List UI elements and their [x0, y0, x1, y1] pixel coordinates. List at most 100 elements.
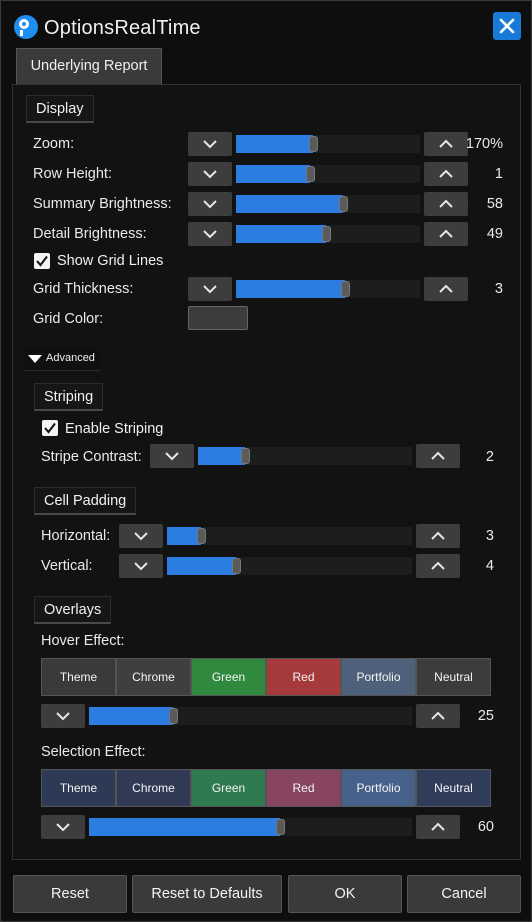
hover-swatch-red[interactable]: Red — [266, 658, 341, 696]
selection-effect-label: Selection Effect: — [41, 744, 146, 760]
slider-thumb[interactable] — [322, 226, 331, 242]
grid-thickness-label: Grid Thickness: — [33, 281, 134, 297]
hover-swatch-portfolio[interactable]: Portfolio — [341, 658, 416, 696]
slider-fill — [236, 135, 313, 153]
triangle-down-icon — [28, 355, 42, 363]
options-window: OptionsRealTime Underlying Report Displa… — [0, 0, 532, 922]
striping-group-label: Striping — [34, 383, 104, 411]
ok-button[interactable]: OK — [288, 875, 402, 913]
cancel-button[interactable]: Cancel — [407, 875, 521, 913]
tab-underlying-report[interactable]: Underlying Report — [16, 48, 162, 84]
checkmark-icon — [36, 255, 48, 267]
chevron-up-icon — [431, 711, 445, 720]
advanced-label: Advanced — [46, 352, 95, 364]
row-height-value: 1 — [494, 166, 503, 182]
selection-decrease-button[interactable] — [41, 815, 85, 839]
vertical-padding-slider[interactable] — [167, 557, 412, 575]
chevron-down-icon — [134, 562, 148, 571]
enable-striping-checkbox[interactable] — [42, 420, 58, 436]
overlays-group-label: Overlays — [34, 596, 112, 624]
close-button[interactable] — [493, 12, 521, 40]
chevron-down-icon — [56, 712, 70, 721]
stripe-contrast-slider[interactable] — [198, 447, 412, 465]
row-height-label: Row Height: — [33, 166, 112, 182]
cell-padding-group-label: Cell Padding — [34, 487, 137, 515]
hover-swatch-row: Theme Chrome Green Red Portfolio Neutral — [41, 658, 491, 696]
slider-thumb[interactable] — [339, 196, 348, 212]
chevron-up-icon — [439, 169, 453, 178]
hover-swatch-chrome[interactable]: Chrome — [116, 658, 191, 696]
slider-thumb[interactable] — [169, 708, 178, 724]
slider-thumb[interactable] — [309, 136, 318, 152]
vertical-padding-decrease-button[interactable] — [119, 554, 163, 578]
grid-thickness-decrease-button[interactable] — [188, 277, 232, 301]
summary-brightness-slider[interactable] — [236, 195, 420, 213]
selection-swatch-red[interactable]: Red — [266, 769, 341, 807]
slider-fill — [236, 225, 326, 243]
slider-thumb[interactable] — [197, 528, 206, 544]
close-icon — [499, 18, 515, 34]
detail-brightness-decrease-button[interactable] — [188, 222, 232, 246]
show-grid-lines-checkbox[interactable] — [34, 253, 50, 269]
enable-striping-label: Enable Striping — [65, 421, 164, 437]
chevron-down-icon — [56, 823, 70, 832]
slider-thumb[interactable] — [276, 819, 285, 835]
grid-thickness-increase-button[interactable] — [424, 277, 468, 301]
zoom-increase-button[interactable] — [424, 132, 468, 156]
chevron-up-icon — [439, 199, 453, 208]
grid-color-label: Grid Color: — [33, 311, 104, 327]
chevron-down-icon — [165, 452, 179, 461]
grid-thickness-slider[interactable] — [236, 280, 420, 298]
hover-decrease-button[interactable] — [41, 704, 85, 728]
selection-swatch-portfolio[interactable]: Portfolio — [341, 769, 416, 807]
chevron-up-icon — [431, 451, 445, 460]
grid-color-picker[interactable] — [188, 306, 248, 330]
stripe-contrast-label: Stripe Contrast: — [41, 449, 142, 465]
vertical-padding-value: 4 — [485, 558, 494, 574]
horizontal-padding-slider[interactable] — [167, 527, 412, 545]
chevron-up-icon — [439, 229, 453, 238]
chevron-down-icon — [203, 285, 217, 294]
hover-effect-label: Hover Effect: — [41, 633, 125, 649]
grid-thickness-value: 3 — [494, 281, 503, 297]
horizontal-padding-decrease-button[interactable] — [119, 524, 163, 548]
zoom-value: 170% — [465, 136, 503, 152]
summary-brightness-increase-button[interactable] — [424, 192, 468, 216]
slider-fill — [236, 165, 310, 183]
slider-fill — [236, 280, 345, 298]
selection-effect-slider[interactable] — [89, 818, 412, 836]
hover-effect-slider[interactable] — [89, 707, 412, 725]
selection-swatch-theme[interactable]: Theme — [41, 769, 116, 807]
hover-swatch-theme[interactable]: Theme — [41, 658, 116, 696]
zoom-label: Zoom: — [33, 136, 75, 152]
slider-fill — [167, 527, 201, 545]
hover-swatch-neutral[interactable]: Neutral — [416, 658, 491, 696]
zoom-slider[interactable] — [236, 135, 420, 153]
slider-thumb[interactable] — [306, 166, 315, 182]
chevron-up-icon — [431, 561, 445, 570]
row-height-slider[interactable] — [236, 165, 420, 183]
checkmark-icon — [44, 422, 56, 434]
slider-fill — [198, 447, 245, 465]
detail-brightness-slider[interactable] — [236, 225, 420, 243]
summary-brightness-decrease-button[interactable] — [188, 192, 232, 216]
stripe-contrast-decrease-button[interactable] — [150, 444, 194, 468]
row-height-decrease-button[interactable] — [188, 162, 232, 186]
reset-button[interactable]: Reset — [13, 875, 127, 913]
app-logo-icon — [14, 15, 38, 39]
selection-swatch-neutral[interactable]: Neutral — [416, 769, 491, 807]
slider-thumb[interactable] — [232, 558, 241, 574]
slider-fill — [167, 557, 236, 575]
slider-thumb[interactable] — [241, 448, 250, 464]
selection-swatch-chrome[interactable]: Chrome — [116, 769, 191, 807]
selection-swatch-green[interactable]: Green — [191, 769, 266, 807]
hover-swatch-green[interactable]: Green — [191, 658, 266, 696]
detail-brightness-increase-button[interactable] — [424, 222, 468, 246]
advanced-expander[interactable]: Advanced — [23, 348, 100, 371]
row-height-increase-button[interactable] — [424, 162, 468, 186]
zoom-decrease-button[interactable] — [188, 132, 232, 156]
slider-fill — [89, 707, 173, 725]
reset-to-defaults-button[interactable]: Reset to Defaults — [132, 875, 282, 913]
slider-thumb[interactable] — [341, 281, 350, 297]
detail-brightness-label: Detail Brightness: — [33, 226, 147, 242]
